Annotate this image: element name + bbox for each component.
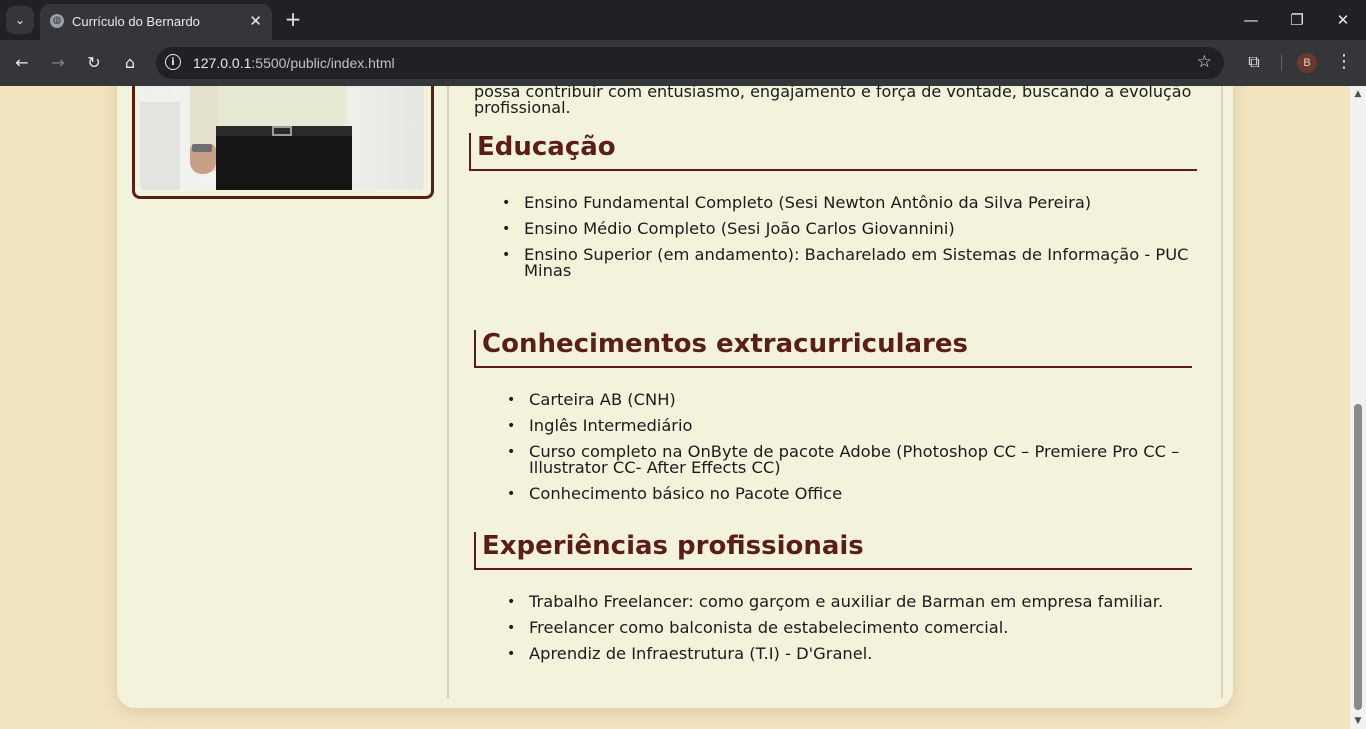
profile-photo-frame (132, 86, 434, 199)
list-item: Curso completo na OnByte de pacote Adobe… (507, 443, 1189, 476)
list-item: Ensino Médio Completo (Sesi João Carlos … (502, 220, 1204, 237)
tab-title: Currículo do Bernardo (72, 14, 200, 29)
resume-card: possa contribuir com entusiasmo, engajam… (117, 86, 1233, 708)
site-info-icon[interactable]: i (165, 54, 181, 70)
section-title: Experiências profissionais (482, 531, 864, 561)
address-bar[interactable]: i 127.0.0.1:5500/public/index.html ☆ (156, 47, 1224, 79)
home-button[interactable]: ⌂ (118, 51, 142, 75)
url-path: :5500/public/index.html (251, 55, 395, 71)
section-heading-extracurricular: Conhecimentos extracurriculares (474, 329, 1192, 368)
browser-menu-icon[interactable]: ⋮ (1334, 52, 1354, 72)
browser-tab[interactable]: ◍ Currículo do Bernardo ✕ (40, 4, 272, 40)
list-item: Freelancer como balconista de estabeleci… (507, 619, 1189, 636)
list-item: Trabalho Freelancer: como garçom e auxil… (507, 593, 1189, 610)
home-icon: ⌂ (124, 53, 136, 72)
right-divider (1221, 86, 1223, 698)
section-title: Conhecimentos extracurriculares (482, 329, 968, 359)
close-window-button[interactable]: ✕ (1328, 8, 1358, 32)
browser-titlebar: ⌄ ◍ Currículo do Bernardo ✕ + — ❐ ✕ (0, 0, 1366, 40)
extracurricular-list: Carteira AB (CNH) Inglês Intermediário C… (507, 391, 1189, 512)
url-text[interactable]: 127.0.0.1:5500/public/index.html (193, 55, 395, 71)
minimize-button[interactable]: — (1236, 8, 1266, 32)
chevron-down-icon: ⌄ (14, 13, 26, 27)
restore-button[interactable]: ❐ (1282, 8, 1312, 32)
page-scrollbar[interactable]: ▲ ▼ (1350, 86, 1366, 729)
education-list: Ensino Fundamental Completo (Sesi Newton… (502, 194, 1204, 289)
back-button[interactable]: ← (10, 51, 34, 75)
close-tab-button[interactable]: ✕ (249, 12, 262, 30)
globe-icon: ◍ (50, 14, 64, 28)
scroll-thumb[interactable] (1354, 404, 1362, 710)
list-item: Inglês Intermediário (507, 417, 1189, 434)
list-item: Conhecimento básico no Pacote Office (507, 485, 1189, 502)
list-item: Ensino Fundamental Completo (Sesi Newton… (502, 194, 1204, 211)
scroll-down-arrow-icon[interactable]: ▼ (1350, 715, 1366, 727)
sidebar-divider (447, 86, 449, 698)
arrow-left-icon: ← (15, 53, 29, 72)
list-item: Aprendiz de Infraestrutura (T.I) - D'Gra… (507, 645, 1189, 662)
arrow-right-icon: → (51, 53, 65, 72)
profile-photo (140, 86, 424, 190)
forward-button[interactable]: → (46, 51, 70, 75)
page-viewport: possa contribuir com entusiasmo, engajam… (0, 86, 1350, 729)
scroll-up-arrow-icon[interactable]: ▲ (1350, 88, 1366, 100)
intro-text: possa contribuir com entusiasmo, engajam… (474, 86, 1192, 117)
section-heading-experience: Experiências profissionais (474, 531, 1192, 570)
browser-toolbar: ← → ↻ ⌂ i 127.0.0.1:5500/public/index.ht… (0, 40, 1366, 86)
new-tab-button[interactable]: + (282, 8, 304, 30)
tab-search-button[interactable]: ⌄ (6, 6, 34, 34)
profile-avatar[interactable]: B (1297, 53, 1317, 73)
reload-button[interactable]: ↻ (82, 51, 106, 75)
url-host: 127.0.0.1 (193, 55, 252, 71)
extensions-icon[interactable]: ⧉ (1244, 52, 1264, 72)
experience-list: Trabalho Freelancer: como garçom e auxil… (507, 593, 1189, 672)
bookmark-star-icon[interactable]: ☆ (1197, 52, 1212, 72)
reload-icon: ↻ (87, 53, 101, 72)
section-heading-education: Educação (469, 132, 1197, 171)
toolbar-separator (1281, 55, 1282, 71)
list-item: Ensino Superior (em andamento): Bacharel… (502, 246, 1204, 279)
section-title: Educação (477, 132, 616, 162)
list-item: Carteira AB (CNH) (507, 391, 1189, 408)
